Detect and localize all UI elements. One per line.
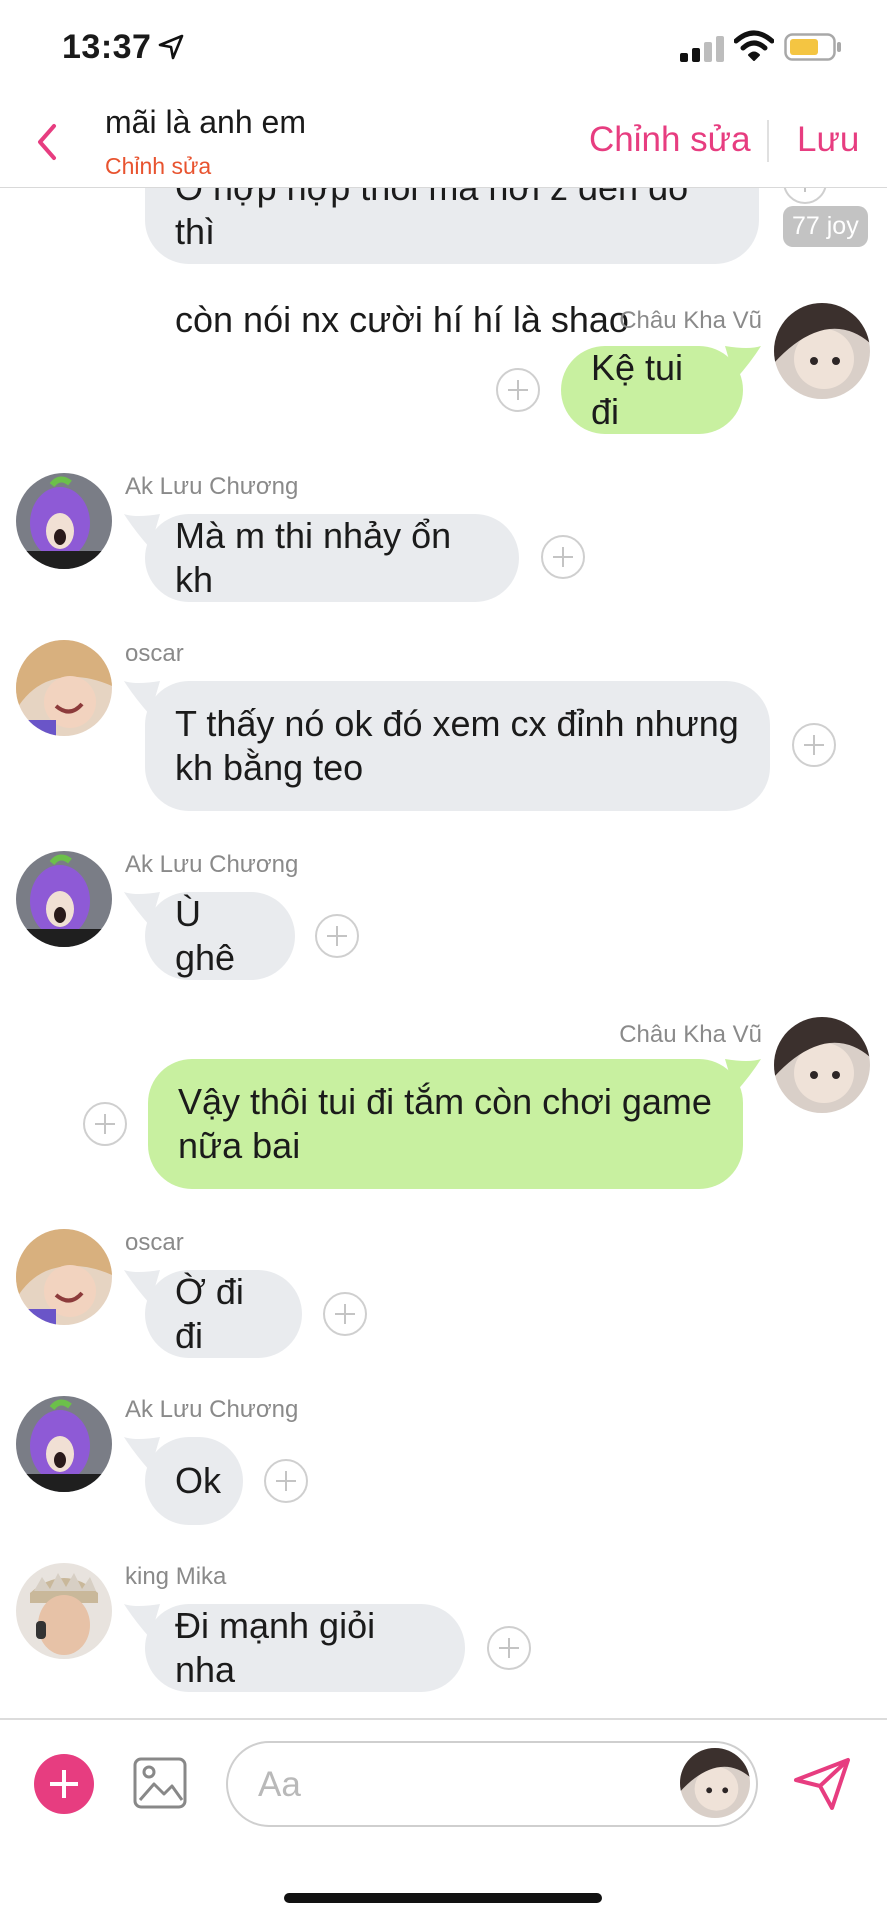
send-icon[interactable] [792,1756,852,1812]
add-reaction-button[interactable] [315,914,359,958]
add-reaction-button[interactable] [264,1459,308,1503]
add-reaction-button[interactable] [783,188,827,204]
bubble-tail [124,1270,160,1304]
composer-separator [0,1718,887,1720]
sender-name: oscar [125,640,184,667]
add-reaction-button[interactable] [487,1626,531,1670]
sender-name: Ak Lưu Chương [125,473,299,500]
add-attachment-button[interactable] [34,1754,94,1814]
message-bubble-outgoing[interactable]: Kệ tui đi [561,346,743,434]
back-chevron-icon[interactable] [28,118,68,166]
avatar-chau-kha-vu[interactable] [774,1017,870,1113]
cellular-signal-icon [680,36,724,62]
message-text: Ù ghê [175,893,236,978]
bubble-tail [124,514,160,548]
bubble-tail [725,346,761,380]
message-text: Vậy thôi tui đi tắm còn chơi game nữa ba… [178,1081,712,1166]
save-button[interactable]: Lưu [797,120,859,160]
edit-button[interactable]: Chỉnh sửa [589,120,751,160]
message-bubble-incoming[interactable]: Đi mạnh giỏi nha [145,1604,465,1692]
avatar-ak-luu-chuong[interactable] [16,1396,112,1492]
avatar-ak-luu-chuong[interactable] [16,473,112,569]
sender-name: Châu Kha Vũ [619,307,762,334]
location-arrow-icon [158,34,184,60]
add-reaction-button[interactable] [83,1102,127,1146]
avatar-king-mika[interactable] [16,1563,112,1659]
bubble-tail [725,1059,761,1093]
chat-title: mãi là anh em [105,104,306,140]
sender-name: Ak Lưu Chương [125,851,299,878]
sender-name: oscar [125,1229,184,1256]
add-reaction-button[interactable] [792,723,836,767]
header-divider [767,120,769,162]
sticker-avatar-button[interactable] [680,1748,750,1818]
message-bubble-partial[interactable]: Ô hợp hợp thôi mà hơi z đến đó thì còn n… [145,188,759,340]
battery-icon [784,33,841,61]
reaction-badge[interactable]: 77 joy [783,206,868,247]
message-bubble-incoming[interactable]: T thấy nó ok đó xem cx đỉnh nhưng kh bằn… [145,681,770,811]
message-text: Mà m thi nhảy ổn kh [175,515,452,600]
chat-subtitle-edit[interactable]: Chỉnh sửa [105,153,211,180]
message-text: Ok [175,1460,222,1501]
message-text: Kệ tui đi [591,347,684,432]
sender-name: Châu Kha Vũ [619,1021,762,1048]
message-text: T thấy nó ok đó xem cx đỉnh nhưng kh bằn… [175,703,739,788]
add-reaction-button[interactable] [323,1292,367,1336]
bubble-tail [124,1437,160,1471]
message-input-field[interactable] [226,1741,758,1827]
avatar-oscar[interactable] [16,1229,112,1325]
message-bubble-incoming[interactable]: Ù ghê [145,892,295,980]
add-reaction-button[interactable] [541,535,585,579]
sender-name: king Mika [125,1563,227,1590]
avatar-chau-kha-vu[interactable] [774,303,870,399]
message-list[interactable]: Ô hợp hợp thôi mà hơi z đến đó thì còn n… [0,188,887,1718]
wifi-icon [734,30,774,61]
bubble-tail [124,681,160,715]
message-text: Ờ đi đi [175,1271,244,1356]
sender-name: Ak Lưu Chương [125,1396,299,1423]
message-bubble-incoming[interactable]: Mà m thi nhảy ổn kh [145,514,519,602]
message-bubble-incoming[interactable]: Ờ đi đi [145,1270,302,1358]
add-reaction-button[interactable] [496,368,540,412]
status-time: 13:37 [62,28,152,66]
bubble-tail [124,892,160,926]
avatar-oscar[interactable] [16,640,112,736]
home-indicator [284,1893,602,1903]
message-input-placeholder[interactable]: Aa [258,1765,301,1805]
bubble-tail [124,1604,160,1638]
message-text: Đi mạnh giỏi nha [175,1605,376,1690]
image-icon[interactable] [132,1756,188,1810]
avatar-ak-luu-chuong[interactable] [16,851,112,947]
message-bubble-outgoing[interactable]: Vậy thôi tui đi tắm còn chơi game nữa ba… [148,1059,743,1189]
message-text-partial-top: Ô hợp hợp thôi mà hơi z đến đó thì [175,188,688,252]
